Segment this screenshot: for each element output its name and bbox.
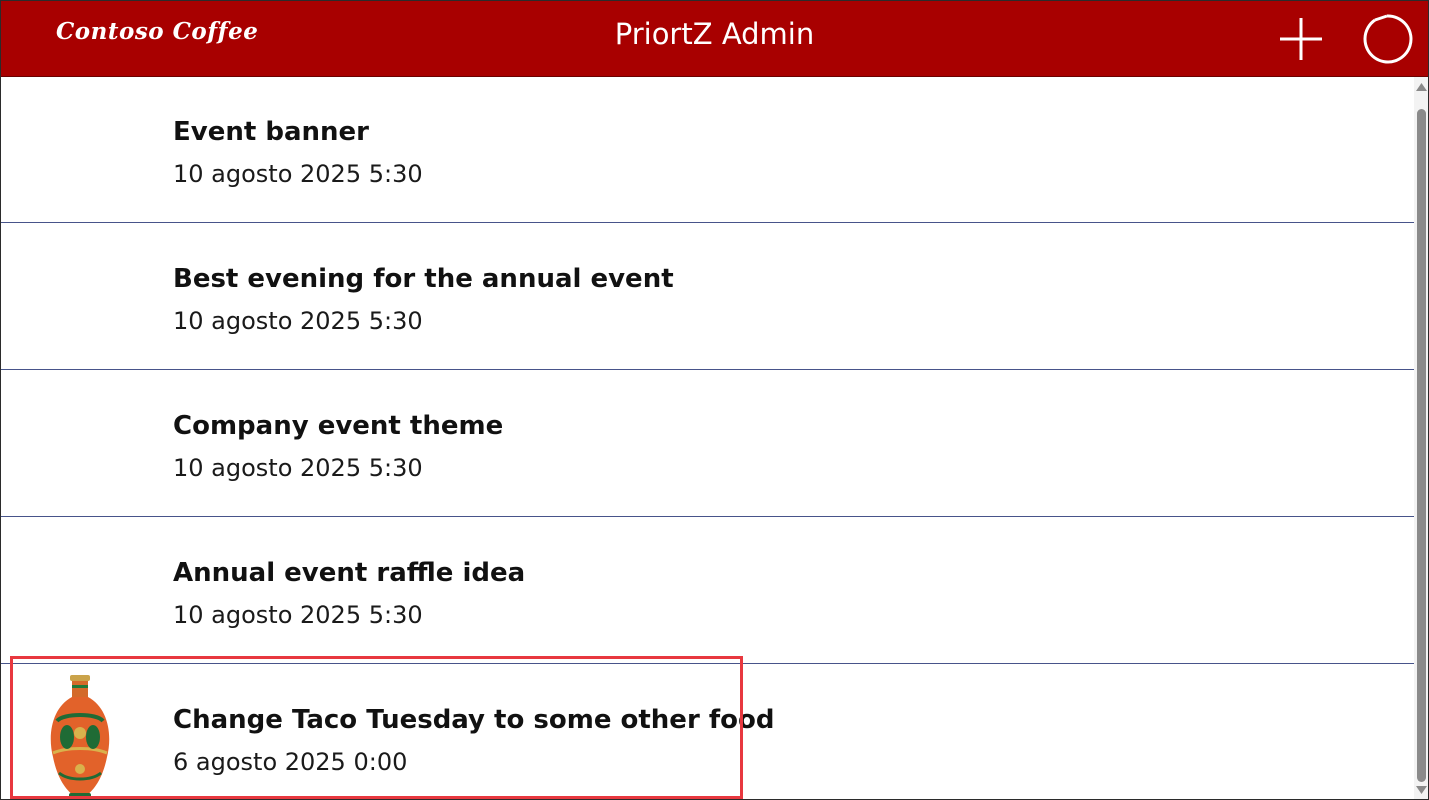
plus-icon [1280,18,1322,60]
list-item[interactable]: Best evening for the annual event 10 ago… [1,224,1414,370]
app-window: Contoso Coffee PriortZ Admin Event banne… [0,0,1429,800]
list-item[interactable]: Event banner 10 agosto 2025 5:30 [1,77,1414,223]
item-title: Company event theme [173,411,504,441]
app-header: Contoso Coffee PriortZ Admin [1,1,1428,77]
refresh-icon [1363,14,1413,64]
refresh-button[interactable] [1359,11,1415,67]
item-title: Event banner [173,117,369,147]
vertical-scrollbar[interactable] [1414,77,1428,799]
list-item[interactable]: Company event theme 10 agosto 2025 5:30 [1,371,1414,517]
scroll-down-arrow-icon[interactable] [1416,786,1427,794]
item-title: Best evening for the annual event [173,264,674,294]
scrollbar-thumb[interactable] [1417,109,1426,782]
item-date: 10 agosto 2025 5:30 [173,454,423,482]
item-date: 6 agosto 2025 0:00 [173,748,408,776]
list-item[interactable]: Change Taco Tuesday to some other food 6… [1,665,1414,799]
scroll-up-arrow-icon[interactable] [1416,83,1427,91]
item-date: 10 agosto 2025 5:30 [173,307,423,335]
list-item[interactable]: Annual event raffle idea 10 agosto 2025 … [1,518,1414,664]
page-title: PriortZ Admin [614,17,815,51]
item-date: 10 agosto 2025 5:30 [173,160,423,188]
item-list: Event banner 10 agosto 2025 5:30 Best ev… [1,77,1414,799]
add-item-button[interactable] [1277,15,1325,63]
item-title: Change Taco Tuesday to some other food [173,705,775,735]
item-date: 10 agosto 2025 5:30 [173,601,423,629]
item-title: Annual event raffle idea [173,558,526,588]
vase-image [50,675,110,799]
